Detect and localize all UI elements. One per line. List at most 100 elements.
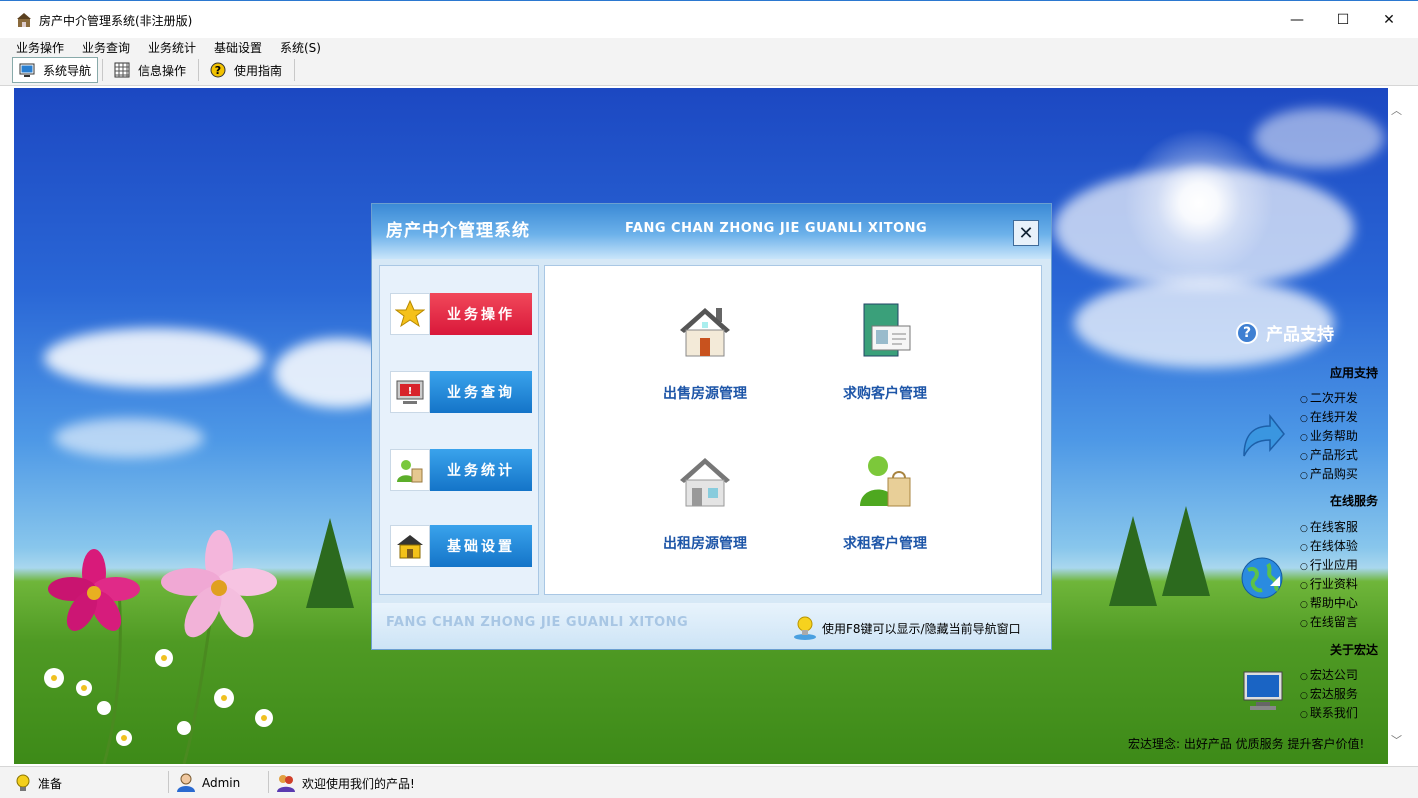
status-user: Admin	[176, 771, 240, 795]
sun	[1124, 128, 1274, 278]
link-service[interactable]: 宏达服务	[1300, 685, 1358, 702]
svg-text:?: ?	[215, 64, 221, 77]
contact-card-icon	[863, 303, 911, 357]
func-label: 出租房源管理	[663, 536, 747, 552]
navigation-dialog: 房产中介管理系统 FANG CHAN ZHONG JIE GUANLI XITO…	[371, 203, 1052, 650]
flowers-illustration	[44, 530, 277, 764]
toolbar-label: 系统导航	[43, 63, 92, 78]
dialog-nav-panel: 业务操作 ! 业务查询 业务统计 基础设置	[379, 265, 539, 595]
nav-button-label: 业务统计	[430, 449, 532, 491]
dialog-function-panel: 出售房源管理 求购客户管理 出租房源管理 求租客户管理	[544, 265, 1042, 595]
arrow-icon	[1243, 413, 1285, 457]
status-bar: 准备 Admin 欢迎使用我们的产品!	[0, 766, 1418, 798]
nav-button-query[interactable]: ! 业务查询	[390, 371, 532, 413]
link-industry-docs[interactable]: 行业资料	[1300, 575, 1358, 592]
scrollbar[interactable]: ︿ ﹀	[1388, 88, 1406, 764]
status-ready-text: 准备	[38, 776, 63, 791]
dialog-footer-en: FANG CHAN ZHONG JIE GUANLI XITONG	[386, 615, 689, 630]
status-welcome: 欢迎使用我们的产品!	[276, 771, 415, 795]
question-icon: ?	[1236, 321, 1258, 344]
globe-icon	[1241, 557, 1283, 599]
user-icon	[177, 773, 195, 792]
func-rent-customers[interactable]: 求租客户管理	[815, 452, 955, 553]
cloud	[54, 418, 204, 458]
maximize-button[interactable]: ☐	[1320, 1, 1366, 39]
func-label: 出售房源管理	[663, 386, 747, 402]
status-ready: 准备	[14, 771, 62, 795]
status-divider	[268, 771, 269, 793]
menu-item-query[interactable]: 业务查询	[82, 39, 130, 56]
link-help-center[interactable]: 帮助中心	[1300, 594, 1358, 611]
customer-bag-icon	[860, 456, 911, 507]
close-icon: ✕	[1018, 222, 1034, 244]
func-label: 求购客户管理	[843, 386, 927, 402]
link-online-message[interactable]: 在线留言	[1300, 613, 1358, 630]
toolbar: 系统导航 信息操作 ? 使用指南	[0, 56, 1418, 86]
func-label: 求租客户管理	[843, 536, 927, 552]
group-head-app-support: 应用支持	[1330, 366, 1379, 380]
dialog-subtitle: FANG CHAN ZHONG JIE GUANLI XITONG	[625, 221, 928, 236]
func-sale-housing[interactable]: 出售房源管理	[635, 302, 775, 403]
toolbar-label: 使用指南	[234, 63, 283, 78]
group-head-about: 关于宏达	[1330, 643, 1379, 657]
house-icon	[390, 525, 430, 567]
toolbar-system-nav-button[interactable]: 系统导航	[12, 57, 98, 83]
status-divider	[168, 771, 169, 793]
computer-icon	[1243, 671, 1283, 710]
rent-house-icon	[680, 458, 730, 507]
nav-button-settings[interactable]: 基础设置	[390, 525, 532, 567]
grid-icon	[114, 62, 130, 78]
title-bar: 房产中介管理系统(非注册版) — ☐ ✕	[0, 0, 1418, 38]
link-company[interactable]: 宏达公司	[1300, 666, 1358, 683]
f8-tip-text: 使用F8键可以显示/隐藏当前导航窗口	[822, 621, 1021, 636]
menu-bar: 业务操作 业务查询 业务统计 基础设置 系统(S)	[0, 38, 1418, 56]
link-online-support[interactable]: 在线客服	[1300, 518, 1358, 535]
nav-button-statistics[interactable]: 业务统计	[390, 449, 532, 491]
menu-item-system[interactable]: 系统(S)	[280, 39, 321, 56]
link-product-form[interactable]: 产品形式	[1300, 446, 1358, 463]
svg-text:!: !	[408, 386, 413, 397]
users-icon	[390, 449, 430, 491]
nav-button-operations[interactable]: 业务操作	[390, 293, 532, 335]
product-support-label: 产品支持	[1266, 325, 1334, 345]
link-industry-apps[interactable]: 行业应用	[1300, 556, 1358, 573]
menu-item-statistics[interactable]: 业务统计	[148, 39, 196, 56]
nav-button-label: 业务操作	[430, 293, 532, 335]
link-online-dev[interactable]: 在线开发	[1300, 408, 1358, 425]
help-icon: ?	[210, 62, 226, 78]
star-icon	[390, 293, 430, 335]
close-icon: ✕	[1383, 12, 1395, 28]
minimize-icon: —	[1290, 12, 1304, 28]
scroll-down-icon[interactable]: ﹀	[1391, 732, 1402, 748]
f8-tip: 使用F8键可以显示/隐藏当前导航窗口	[792, 615, 1021, 641]
dialog-footer: FANG CHAN ZHONG JIE GUANLI XITONG 使用F8键可…	[372, 603, 1051, 649]
menu-item-settings[interactable]: 基础设置	[214, 39, 262, 56]
nav-button-label: 业务查询	[430, 371, 532, 413]
func-rent-housing[interactable]: 出租房源管理	[635, 452, 775, 553]
lightbulb-icon	[16, 774, 30, 791]
link-contact[interactable]: 联系我们	[1300, 704, 1358, 721]
toolbar-guide-button[interactable]: ? 使用指南	[210, 57, 290, 83]
link-secondary-dev[interactable]: 二次开发	[1300, 389, 1358, 406]
sale-house-icon	[680, 308, 730, 357]
menu-item-operations[interactable]: 业务操作	[16, 39, 64, 56]
link-online-trial[interactable]: 在线体验	[1300, 537, 1358, 554]
scroll-up-icon[interactable]: ︿	[1391, 102, 1402, 118]
toolbar-info-ops-button[interactable]: 信息操作	[114, 57, 194, 83]
link-business-help[interactable]: 业务帮助	[1300, 427, 1358, 444]
app-icon	[17, 13, 31, 27]
toolbar-divider	[294, 59, 295, 81]
dialog-close-button[interactable]: ✕	[1013, 220, 1039, 246]
monitor-icon	[19, 63, 35, 77]
nav-button-label: 基础设置	[430, 525, 532, 567]
window-title: 房产中介管理系统(非注册版)	[39, 14, 193, 28]
group-head-online-service: 在线服务	[1330, 494, 1379, 508]
minimize-button[interactable]: —	[1274, 1, 1320, 39]
toolbar-label: 信息操作	[138, 63, 187, 78]
product-support-title: ? 产品支持	[1236, 320, 1334, 345]
maximize-icon: ☐	[1336, 12, 1350, 28]
link-product-purchase[interactable]: 产品购买	[1300, 465, 1358, 482]
func-purchase-customers[interactable]: 求购客户管理	[815, 302, 955, 403]
toolbar-divider	[198, 59, 199, 81]
close-button[interactable]: ✕	[1366, 1, 1412, 39]
